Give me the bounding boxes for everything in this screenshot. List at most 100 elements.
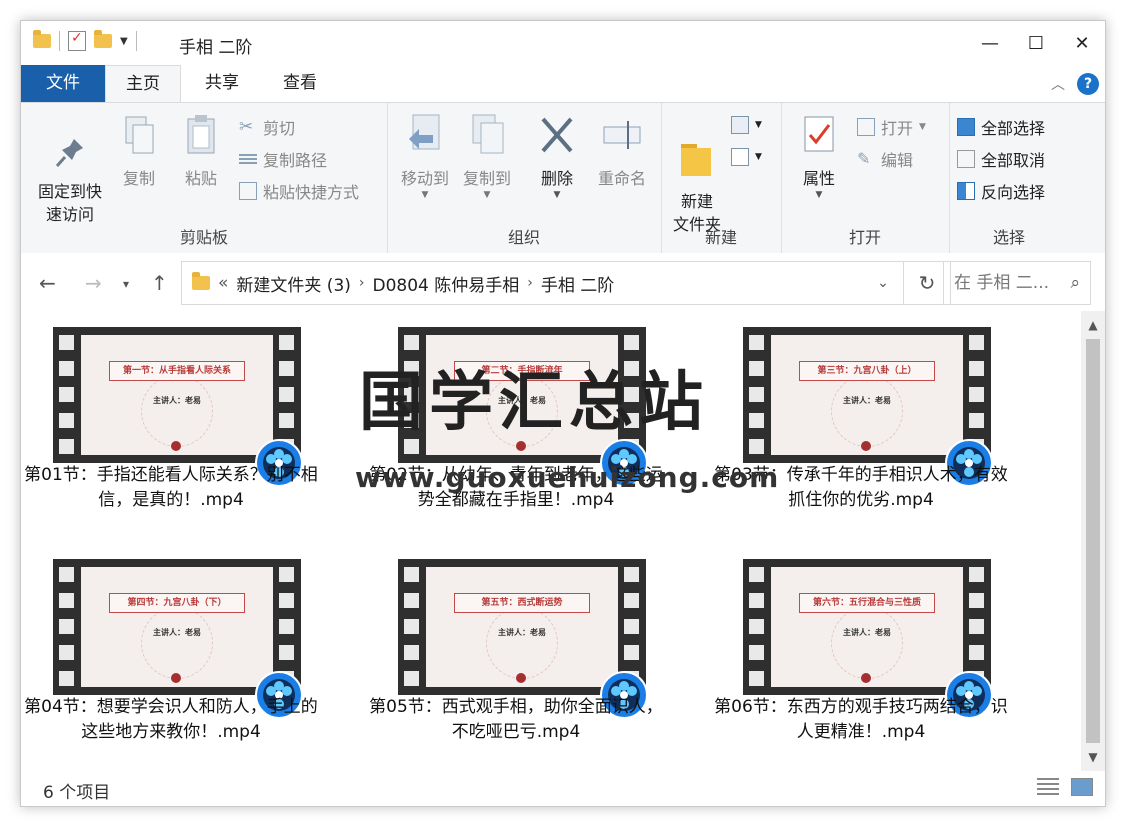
large-icons-view-icon[interactable] (1071, 778, 1093, 796)
easy-access-button[interactable]: ▼ (731, 143, 762, 171)
scrollbar-thumb[interactable] (1086, 339, 1100, 743)
easy-access-icon (731, 148, 749, 166)
decorative-pattern (486, 607, 558, 679)
video-thumbnail: 第五节：西式断运势 主讲人：老易 (398, 559, 646, 695)
ribbon: 固定到快 速访问 复制 粘贴 ✂ 剪切 复制路径 粘贴快捷方式 剪贴板 移动到 … (21, 102, 1105, 255)
select-none-icon (957, 150, 975, 168)
search-input[interactable]: 在 手相 二... ⌕ (943, 261, 1091, 305)
seal-icon (171, 441, 181, 451)
group-label-new: 新建 (704, 228, 737, 247)
back-arrow-icon[interactable]: ← (39, 271, 56, 295)
group-label-organize: 组织 (507, 228, 540, 247)
collapse-ribbon-icon[interactable]: ︿ (1051, 74, 1065, 94)
breadcrumb-item[interactable]: D0804 陈仲易手相 (373, 271, 520, 296)
seal-icon (861, 441, 871, 451)
copy-button[interactable]: 复制 (115, 113, 163, 190)
address-history-chevron-icon[interactable]: ⌄ (863, 275, 903, 291)
video-thumbnail: 第一节：从手指看人际关系 主讲人：老易 (53, 327, 301, 463)
file-item[interactable]: 第五节：西式断运势 主讲人：老易 第05节：西式观手相，助你全面识人，不吃哑巴亏.m… (366, 543, 666, 773)
invert-selection-icon (957, 182, 975, 200)
close-button[interactable]: ✕ (1059, 21, 1105, 65)
file-item[interactable]: 第六节：五行混合与三性质 主讲人：老易 第06节：东西方的观手技巧两结合，识人更精准… (711, 543, 1011, 773)
item-count: 6 个项目 (43, 783, 111, 803)
edit-button[interactable]: ✎ 编辑 (857, 145, 913, 173)
delete-x-icon (541, 117, 573, 153)
watermark-text: 国学汇总站 (359, 366, 709, 440)
divider (59, 31, 60, 51)
scissors-icon: ✂ (239, 117, 254, 137)
slide-title: 第一节：从手指看人际关系 (109, 361, 245, 381)
window-controls: — ☐ ✕ (967, 21, 1105, 65)
file-item[interactable]: 第四节：九宫八卦（下） 主讲人：老易 第04节：想要学会识人和防人，手上的这些地方来… (21, 543, 321, 773)
decorative-pattern (831, 375, 903, 447)
ribbon-tabs: 文件 主页 共享 查看 ︿ ? (21, 65, 1105, 102)
video-thumbnail: 第三节：九宫八卦（上） 主讲人：老易 (743, 327, 991, 463)
tab-file[interactable]: 文件 (21, 65, 105, 102)
video-frame: 第三节：九宫八卦（上） 主讲人：老易 (771, 335, 963, 455)
paste-button[interactable]: 粘贴 (177, 113, 225, 190)
film-strip-holes (53, 327, 81, 463)
file-name: 第04节：想要学会识人和防人，手上的这些地方来教你！.mp4 (24, 697, 318, 742)
tab-home[interactable]: 主页 (105, 65, 181, 102)
help-icon[interactable]: ? (1077, 73, 1099, 95)
file-item[interactable]: 第一节：从手指看人际关系 主讲人：老易 第01节：手指还能看人际关系？别不相信，是真… (21, 311, 321, 541)
move-to-label: 移动到 (400, 169, 449, 188)
tab-share[interactable]: 共享 (187, 65, 257, 102)
rename-button[interactable]: 重命名 (591, 113, 653, 190)
breadcrumb-overflow[interactable]: « (218, 273, 228, 293)
details-view-icon[interactable] (1037, 778, 1059, 796)
vertical-scrollbar[interactable]: ▲ ▼ (1081, 311, 1105, 771)
open-button[interactable]: 打开 ▼ (857, 113, 926, 141)
new-item-icon (731, 116, 749, 134)
properties-button[interactable]: 属性 ▼ (791, 113, 847, 200)
minimize-button[interactable]: — (967, 21, 1013, 65)
copy-path-label: 复制路径 (263, 151, 328, 170)
cut-button[interactable]: ✂ 剪切 (239, 113, 295, 141)
seal-icon (516, 673, 526, 683)
select-all-icon (957, 118, 975, 136)
new-item-button[interactable]: ▼ (731, 111, 762, 139)
recent-locations-chevron-icon[interactable]: ▾ (123, 277, 129, 291)
forward-arrow-icon[interactable]: → (85, 271, 102, 295)
slide-presenter: 主讲人：老易 (153, 628, 201, 637)
invert-selection-button[interactable]: 反向选择 (957, 177, 1045, 205)
decorative-pattern (141, 375, 213, 447)
breadcrumb-separator-icon[interactable]: › (359, 275, 365, 291)
address-bar[interactable]: « 新建文件夹 (3) › D0804 陈仲易手相 › 手相 二阶 ⌄ ↻ (181, 261, 951, 305)
scroll-up-icon[interactable]: ▲ (1081, 313, 1105, 337)
select-none-button[interactable]: 全部取消 (957, 145, 1045, 173)
maximize-button[interactable]: ☐ (1013, 21, 1059, 65)
breadcrumb-separator-icon[interactable]: › (527, 275, 533, 291)
properties-icon (804, 116, 834, 152)
video-thumbnail: 第四节：九宫八卦（下） 主讲人：老易 (53, 559, 301, 695)
new-folder-icon[interactable] (94, 30, 112, 48)
file-item[interactable]: 第三节：九宫八卦（上） 主讲人：老易 第03节：传承千年的手相识人术，有效抓住你的优… (711, 311, 1011, 541)
breadcrumb-item[interactable]: 手相 二阶 (541, 271, 614, 296)
film-strip-holes (743, 559, 771, 695)
folder-icon (33, 30, 51, 48)
open-label: 打开 (881, 119, 914, 138)
group-organize: 移动到 ▼ 复制到 ▼ 删除 ▼ 重命名 组织 (387, 103, 662, 254)
paste-shortcut-icon (239, 182, 257, 200)
copy-path-button[interactable]: 复制路径 (239, 145, 327, 173)
move-to-button[interactable]: 移动到 ▼ (395, 113, 455, 200)
select-all-button[interactable]: 全部选择 (957, 113, 1045, 141)
new-item-dropdown-icon: ▼ (755, 120, 762, 130)
slide-title: 第五节：西式断运势 (454, 593, 590, 613)
video-frame: 第一节：从手指看人际关系 主讲人：老易 (81, 335, 273, 455)
breadcrumb-item[interactable]: 新建文件夹 (3) (236, 271, 350, 296)
delete-button[interactable]: 删除 ▼ (535, 113, 579, 200)
properties-icon[interactable] (68, 30, 86, 51)
edit-pencil-icon: ✎ (857, 149, 871, 168)
paste-shortcut-button[interactable]: 粘贴快捷方式 (239, 177, 359, 205)
up-arrow-icon[interactable]: ↑ (151, 271, 168, 295)
customize-toolbar-dropdown-icon[interactable]: ▼ (120, 36, 128, 47)
group-label-clipboard: 剪贴板 (179, 228, 228, 247)
video-thumbnail: 第六节：五行混合与三性质 主讲人：老易 (743, 559, 991, 695)
copy-to-button[interactable]: 复制到 ▼ (457, 113, 517, 200)
group-open: 属性 ▼ 打开 ▼ ✎ 编辑 打开 (781, 103, 950, 254)
tab-view[interactable]: 查看 (265, 65, 335, 102)
paste-icon (187, 115, 215, 154)
search-icon: ⌕ (1070, 273, 1080, 293)
scroll-down-icon[interactable]: ▼ (1081, 745, 1105, 769)
